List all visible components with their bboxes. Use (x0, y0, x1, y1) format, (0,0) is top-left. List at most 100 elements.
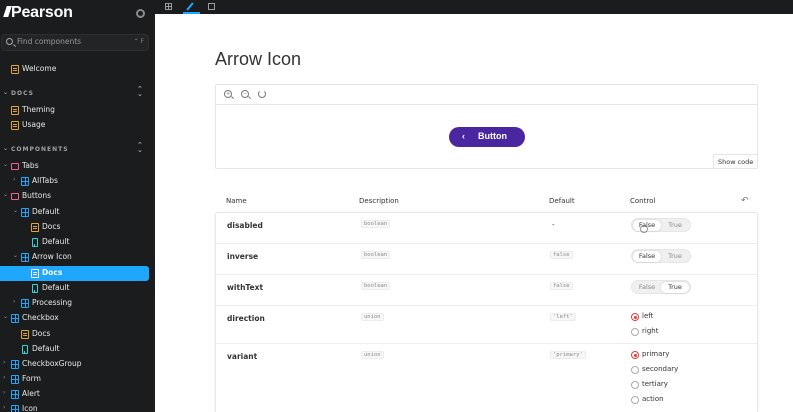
sidebar-item-alert[interactable]: › Alert (0, 387, 155, 402)
arg-default: false (550, 251, 573, 259)
gear-icon[interactable] (136, 9, 145, 18)
radio-label: tertiary (642, 380, 668, 388)
sidebar-item-tabs[interactable]: ⌄ Tabs (0, 159, 155, 174)
chevron-down-icon: ⌄ (3, 161, 9, 168)
args-table-header: Name Description Default Control ↶ (215, 196, 758, 212)
radio-button[interactable] (631, 396, 639, 404)
toggle-true[interactable]: True (661, 282, 689, 293)
pearson-logo[interactable]: Pearson (3, 4, 73, 22)
sidebar-item-arrow-docs[interactable]: Docs (0, 266, 149, 281)
chevron-right-icon: › (13, 176, 16, 183)
sidebar-item-label: Docs (42, 268, 63, 277)
toggle-false[interactable]: False (633, 251, 661, 262)
canvas-tab[interactable] (160, 0, 177, 12)
sidebar-item-checkbox[interactable]: ⌄ Checkbox (0, 311, 155, 326)
component-icon (21, 208, 29, 217)
sidebar-item-form[interactable]: › Form (0, 372, 155, 387)
reset-zoom-icon[interactable] (258, 90, 266, 98)
radio-label: primary (642, 350, 670, 358)
arg-type: union (361, 351, 384, 359)
radio-label: secondary (642, 365, 679, 373)
sidebar-item-label: Docs (32, 329, 51, 338)
zoom-out-icon[interactable]: − (241, 90, 249, 98)
show-code-button[interactable]: Show code (713, 154, 757, 168)
header-name: Name (226, 197, 247, 205)
boolean-toggle[interactable]: False True (631, 249, 691, 263)
search-icon (6, 38, 13, 45)
sidebar-item-default[interactable]: ⌄ Default (0, 205, 155, 220)
sidebar-item-usage[interactable]: Usage (0, 118, 155, 133)
radio-button[interactable] (631, 381, 639, 389)
toggle-false[interactable]: False (633, 282, 661, 293)
chevron-down-icon: ⌄ (13, 252, 19, 259)
sidebar-item-checkbox-default[interactable]: Default (0, 342, 155, 357)
sidebar-header: Pearson (0, 0, 155, 30)
sidebar-item-label: Checkbox (22, 313, 59, 322)
arrow-icon-button[interactable]: ‹ Button (449, 127, 525, 147)
sidebar-item-default-docs[interactable]: Docs (0, 220, 155, 235)
radio-button[interactable] (631, 351, 639, 359)
sidebar-item-arrow-default[interactable]: Default (0, 281, 155, 296)
component-icon (11, 390, 19, 399)
document-icon (31, 269, 39, 278)
arg-name: withText (227, 283, 264, 292)
radio-label: action (642, 395, 664, 403)
sidebar-item-checkboxgroup[interactable]: › CheckboxGroup (0, 357, 155, 372)
sidebar-item-checkbox-docs[interactable]: Docs (0, 327, 155, 342)
sidebar-item-arrow-icon[interactable]: ⌄ Arrow Icon (0, 250, 155, 265)
search-input[interactable]: Find components ⌃ F (1, 34, 149, 51)
expand-collapse-icon[interactable]: ⌃ ⌄ (137, 86, 144, 98)
mouse-cursor (640, 225, 648, 233)
sidebar-item-theming[interactable]: Theming (0, 103, 155, 118)
args-table: disabled boolean - False True inverse bo… (215, 212, 758, 412)
section-label: COMPONENTS (11, 146, 69, 153)
table-row: disabled boolean - False True (216, 213, 757, 244)
sidebar-item-label: Default (42, 237, 70, 246)
section-components[interactable]: ⌄ COMPONENTS ⌃ ⌄ (0, 142, 155, 156)
sidebar-item-processing[interactable]: › Processing (0, 296, 155, 311)
reset-controls-icon[interactable]: ↶ (741, 196, 749, 206)
header-description: Description (359, 197, 399, 205)
arg-type: boolean (361, 251, 391, 259)
chevron-right-icon: › (3, 359, 6, 366)
sidebar-item-label: Form (22, 374, 41, 383)
sidebar-item-welcome[interactable]: Welcome (0, 62, 155, 77)
boolean-toggle[interactable]: False True (631, 280, 691, 294)
top-toolbar (155, 0, 793, 14)
sidebar-item-icon[interactable]: › Icon (0, 402, 155, 412)
document-icon (21, 330, 29, 339)
expand-collapse-icon[interactable]: ⌃ ⌄ (137, 142, 144, 154)
section-docs[interactable]: ⌄ DOCS ⌃ ⌄ (0, 86, 155, 100)
fullscreen-tab[interactable] (203, 0, 220, 12)
component-icon (21, 299, 29, 308)
zoom-in-icon[interactable]: + (224, 90, 232, 98)
sidebar-item-label: CheckboxGroup (22, 359, 82, 368)
button-label: Button (478, 131, 507, 141)
chevron-right-icon: › (3, 374, 6, 381)
sidebar-item-buttons[interactable]: ⌄ Buttons (0, 189, 155, 204)
radio-button[interactable] (631, 328, 639, 336)
arg-name: inverse (227, 252, 259, 261)
bookmark-icon (32, 238, 38, 247)
sidebar-item-default-story[interactable]: Default (0, 235, 155, 250)
search-placeholder: Find components (17, 37, 82, 46)
docs-page: Arrow Icon + − ‹ Button Show code Name D… (155, 14, 793, 412)
radio-button[interactable] (631, 313, 639, 321)
radio-button[interactable] (631, 366, 639, 374)
sidebar-item-label: Default (32, 344, 60, 353)
preview-toolbar: + − (216, 85, 757, 105)
component-icon (11, 360, 19, 369)
sidebar-item-label: Arrow Icon (32, 252, 72, 261)
toggle-true[interactable]: True (661, 251, 689, 262)
sidebar-item-label: Docs (42, 222, 61, 231)
story-preview: + − ‹ Button Show code (215, 84, 758, 169)
toggle-true[interactable]: True (661, 220, 689, 231)
document-icon (11, 121, 19, 130)
sidebar-item-label: Theming (22, 105, 55, 114)
sidebar-item-label: Welcome (22, 64, 57, 73)
sidebar-item-label: Tabs (22, 161, 39, 170)
chevron-down-icon: ⌄ (3, 89, 10, 96)
document-icon (11, 65, 19, 74)
docs-tab[interactable] (183, 0, 200, 14)
sidebar-item-alltabs[interactable]: › AllTabs (0, 174, 155, 189)
